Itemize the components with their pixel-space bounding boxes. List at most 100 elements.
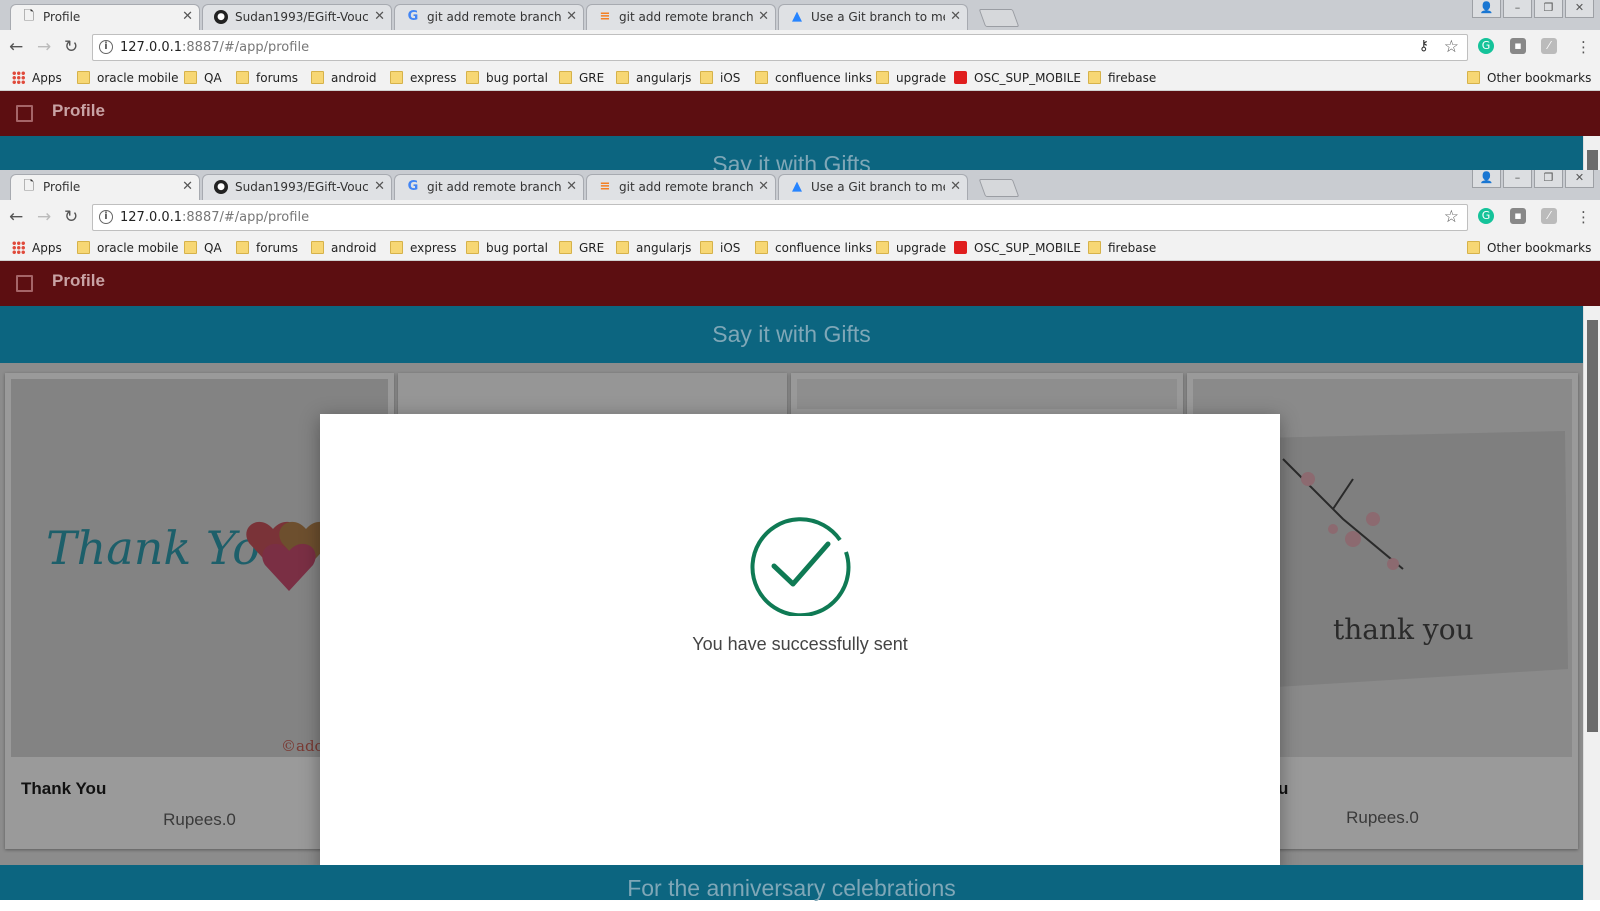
- bookmark-folder[interactable]: express: [390, 238, 456, 258]
- bookmark-oracle[interactable]: OSC_SUP_MOBILE: [954, 68, 1081, 88]
- address-bar[interactable]: i 127.0.0.1:8887/#/app/profile ⚷ ☆: [92, 34, 1468, 61]
- bookmark-folder[interactable]: upgrade: [876, 68, 946, 88]
- bookmark-folder[interactable]: iOS: [700, 68, 740, 88]
- reload-icon[interactable]: ↻: [64, 37, 78, 57]
- bookmark-other[interactable]: Other bookmarks: [1467, 238, 1591, 258]
- bookmark-folder[interactable]: GRE: [559, 68, 604, 88]
- bookmark-oracle[interactable]: OSC_SUP_MOBILE: [954, 238, 1081, 258]
- pdf-icon[interactable]: ⁄: [1541, 38, 1557, 54]
- profile-icon[interactable]: 👤: [1472, 0, 1501, 18]
- bookmark-apps[interactable]: Apps: [12, 68, 62, 88]
- back-arrow-icon[interactable]: ←: [9, 207, 23, 227]
- scrollbar[interactable]: [1583, 136, 1600, 170]
- close-icon[interactable]: ✕: [182, 5, 193, 29]
- scrollbar-thumb[interactable]: [1587, 320, 1598, 732]
- stackoverflow-icon: ≡: [599, 9, 611, 24]
- google-icon: G: [407, 179, 419, 194]
- key-icon[interactable]: ⚷: [1419, 38, 1429, 54]
- folder-icon: [390, 241, 403, 254]
- reload-icon[interactable]: ↻: [64, 207, 78, 227]
- url-host: 127.0.0.1: [120, 40, 183, 55]
- menu-icon[interactable]: ⋮: [1576, 37, 1591, 57]
- bookmark-folder[interactable]: firebase: [1088, 68, 1156, 88]
- extension-icon[interactable]: ▪: [1510, 208, 1526, 224]
- bookmark-folder[interactable]: confluence links: [755, 68, 872, 88]
- bookmark-folder[interactable]: QA: [184, 238, 222, 258]
- grammarly-icon[interactable]: G: [1478, 38, 1494, 54]
- close-icon[interactable]: ✕: [374, 5, 385, 29]
- info-icon[interactable]: i: [99, 40, 113, 54]
- tab-profile[interactable]: 🗋 Profile ✕: [10, 4, 200, 30]
- bookmark-folder[interactable]: GRE: [559, 238, 604, 258]
- svg-text:thank you: thank you: [1333, 613, 1474, 646]
- profile-icon[interactable]: 👤: [1472, 170, 1501, 188]
- bookmark-folder[interactable]: upgrade: [876, 238, 946, 258]
- bookmark-folder[interactable]: forums: [236, 238, 298, 258]
- close-icon[interactable]: ✕: [182, 175, 193, 199]
- bookmark-folder[interactable]: firebase: [1088, 238, 1156, 258]
- extension-icon[interactable]: ▪: [1510, 38, 1526, 54]
- minimize-button[interactable]: –: [1503, 0, 1532, 18]
- bookmark-folder[interactable]: forums: [236, 68, 298, 88]
- tab-atlassian[interactable]: ▲ Use a Git branch to merg ✕: [778, 174, 968, 200]
- minimize-button[interactable]: –: [1503, 170, 1532, 188]
- folder-icon: [559, 71, 572, 84]
- bookmark-apps[interactable]: Apps: [12, 238, 62, 258]
- forward-arrow-icon[interactable]: →: [37, 207, 51, 227]
- tab-google-search[interactable]: G git add remote branch - ✕: [394, 174, 584, 200]
- forward-arrow-icon[interactable]: →: [37, 37, 51, 57]
- close-icon[interactable]: ✕: [758, 5, 769, 29]
- pdf-icon[interactable]: ⁄: [1541, 208, 1557, 224]
- bookmark-folder[interactable]: QA: [184, 68, 222, 88]
- bookmark-folder[interactable]: android: [311, 68, 377, 88]
- success-dialog: You have successfully sent: [320, 414, 1280, 875]
- folder-icon: [700, 241, 713, 254]
- new-tab-button[interactable]: [978, 179, 1020, 197]
- info-icon[interactable]: i: [99, 210, 113, 224]
- tab-google-search[interactable]: G git add remote branch - ✕: [394, 4, 584, 30]
- folder-icon: [184, 241, 197, 254]
- menu-toggle-checkbox[interactable]: [16, 275, 33, 292]
- page-icon: 🗋: [23, 179, 35, 194]
- close-window-button[interactable]: ✕: [1565, 0, 1594, 18]
- restore-button[interactable]: ❐: [1534, 0, 1563, 18]
- star-icon[interactable]: ☆: [1444, 207, 1459, 227]
- close-icon[interactable]: ✕: [374, 175, 385, 199]
- bookmark-folder[interactable]: angularjs: [616, 238, 691, 258]
- tab-stackoverflow[interactable]: ≡ git add remote branch - ✕: [586, 4, 776, 30]
- back-arrow-icon[interactable]: ←: [9, 37, 23, 57]
- close-icon[interactable]: ✕: [566, 5, 577, 29]
- bookmark-other[interactable]: Other bookmarks: [1467, 68, 1591, 88]
- bookmark-folder[interactable]: oracle mobile: [77, 238, 178, 258]
- tab-atlassian[interactable]: ▲ Use a Git branch to merg ✕: [778, 4, 968, 30]
- close-icon[interactable]: ✕: [758, 175, 769, 199]
- bookmark-folder[interactable]: express: [390, 68, 456, 88]
- address-bar[interactable]: i 127.0.0.1:8887/#/app/profile ☆: [92, 204, 1468, 231]
- scrollbar-thumb[interactable]: [1587, 150, 1598, 170]
- tab-github[interactable]: ● Sudan1993/EGift-Vouche ✕: [202, 4, 392, 30]
- close-icon[interactable]: ✕: [950, 175, 961, 199]
- menu-toggle-checkbox[interactable]: [16, 105, 33, 122]
- tab-profile[interactable]: 🗋 Profile ✕: [10, 174, 200, 200]
- window-controls: 👤 – ❐ ✕: [1470, 0, 1594, 20]
- bookmark-folder[interactable]: oracle mobile: [77, 68, 178, 88]
- close-icon[interactable]: ✕: [566, 175, 577, 199]
- folder-icon: [559, 241, 572, 254]
- new-tab-button[interactable]: [978, 9, 1020, 27]
- bookmark-folder[interactable]: iOS: [700, 238, 740, 258]
- bookmark-folder[interactable]: angularjs: [616, 68, 691, 88]
- grammarly-icon[interactable]: G: [1478, 208, 1494, 224]
- tab-github[interactable]: ● Sudan1993/EGift-Vouche ✕: [202, 174, 392, 200]
- bookmark-folder[interactable]: confluence links: [755, 238, 872, 258]
- star-icon[interactable]: ☆: [1444, 37, 1459, 57]
- bookmark-folder[interactable]: android: [311, 238, 377, 258]
- bookmark-folder[interactable]: bug portal: [466, 68, 548, 88]
- bookmarks-bar: Apps oracle mobile QA forums android exp…: [0, 65, 1600, 91]
- close-icon[interactable]: ✕: [950, 5, 961, 29]
- menu-icon[interactable]: ⋮: [1576, 207, 1591, 227]
- tab-stackoverflow[interactable]: ≡ git add remote branch - ✕: [586, 174, 776, 200]
- close-window-button[interactable]: ✕: [1565, 170, 1594, 188]
- restore-button[interactable]: ❐: [1534, 170, 1563, 188]
- bookmark-folder[interactable]: bug portal: [466, 238, 548, 258]
- scrollbar[interactable]: [1583, 306, 1600, 900]
